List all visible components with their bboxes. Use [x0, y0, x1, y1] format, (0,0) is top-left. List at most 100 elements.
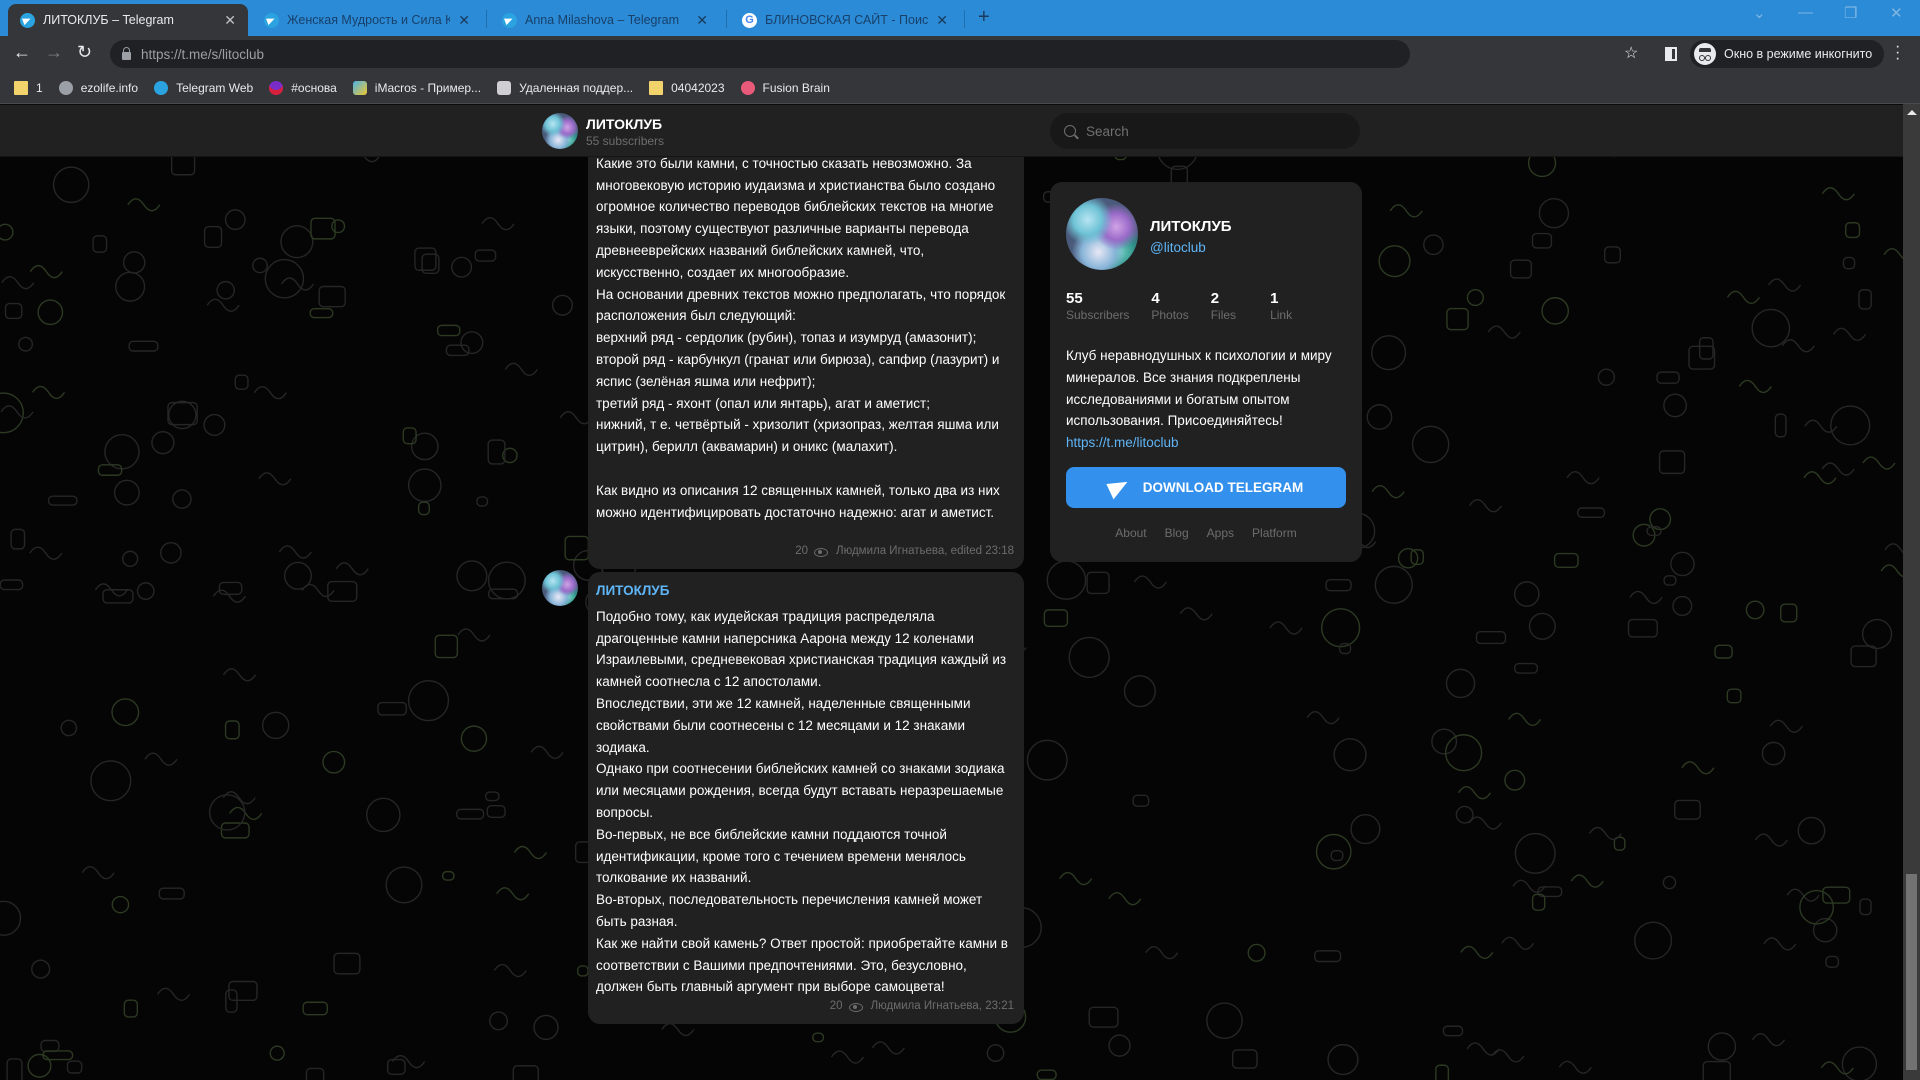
- channel-feed[interactable]: определенном порядке: по три камня в чет…: [0, 105, 1903, 1080]
- doodle-shape: [1597, 368, 1616, 386]
- bookmark-remote-support[interactable]: Удаленная поддер...: [497, 80, 634, 95]
- search-box[interactable]: [1050, 113, 1360, 149]
- stat-links[interactable]: 1 Link: [1270, 290, 1292, 322]
- tab-search-icon[interactable]: ⌄: [1753, 4, 1766, 22]
- doodle-shape: [90, 760, 132, 802]
- doodle-shape: [436, 324, 461, 337]
- doodle-shape: [252, 257, 268, 274]
- stat-label: Photos: [1151, 308, 1189, 322]
- doodle-shape: [115, 271, 146, 302]
- doodle-shape: [1468, 816, 1502, 830]
- channel-title[interactable]: ЛИТОКЛУБ: [586, 116, 662, 132]
- forward-icon[interactable]: →: [45, 42, 63, 63]
- doodle-shape: [31, 385, 66, 400]
- side-panel-icon[interactable]: [1665, 47, 1677, 61]
- tab-zhenskaya-mudrost[interactable]: Женская Мудрость и Сила Кри ✕: [252, 4, 482, 36]
- brain-icon: [740, 80, 755, 95]
- tab-label: Женская Мудрость и Сила Кри: [287, 13, 451, 27]
- footer-link-apps[interactable]: Apps: [1207, 526, 1234, 540]
- doodle-shape: [1884, 543, 1903, 554]
- doodle-shape: [1754, 833, 1788, 847]
- message-time[interactable]: 23:18: [985, 541, 1014, 563]
- close-tab-icon[interactable]: ✕: [936, 12, 948, 29]
- incognito-indicator[interactable]: Окно в режиме инкогнито: [1690, 40, 1885, 68]
- stat-value: 4: [1151, 290, 1160, 307]
- channel-handle[interactable]: @litoclub: [1150, 240, 1206, 255]
- search-input[interactable]: [1086, 123, 1326, 139]
- tab-litoclub[interactable]: ЛИТОКЛУБ – Telegram ✕: [8, 4, 248, 36]
- channel-title: ЛИТОКЛУБ: [1150, 218, 1232, 235]
- url-text[interactable]: https://t.me/s/litoclub: [141, 47, 264, 62]
- channel-info-card: ЛИТОКЛУБ @litoclub 55 Subscribers 4 Photos…: [1050, 182, 1362, 562]
- bookmark-osnova[interactable]: #основа: [269, 80, 337, 95]
- doodle-shape: [1844, 222, 1861, 239]
- bookmark-star-icon[interactable]: ☆: [1624, 43, 1638, 63]
- tab-blinovskaya-search[interactable]: G БЛИНОВСКАЯ САЙТ - Поиск в ✕: [730, 4, 960, 36]
- doodle-shape: [208, 794, 246, 831]
- doodle-shape: [434, 634, 459, 659]
- channel-avatar[interactable]: [1066, 198, 1138, 270]
- doodle-shape: [327, 580, 358, 603]
- footer-link-blog[interactable]: Blog: [1165, 526, 1189, 540]
- scrollbar-thumb[interactable]: [1906, 874, 1917, 1070]
- download-telegram-button[interactable]: DOWNLOAD TELEGRAM: [1066, 467, 1346, 508]
- channel-link[interactable]: https://t.me/litoclub: [1066, 432, 1352, 454]
- doodle-shape: [1841, 1046, 1878, 1080]
- close-tab-icon[interactable]: ✕: [458, 12, 470, 29]
- address-bar[interactable]: https://t.me/s/litoclub: [110, 40, 1410, 68]
- doodle-shape: [172, 489, 192, 509]
- channel-avatar[interactable]: [542, 570, 578, 606]
- doodle-shape: [258, 472, 292, 486]
- doodle-shape: [1883, 247, 1903, 260]
- close-tab-icon[interactable]: ✕: [224, 12, 236, 29]
- doodle-shape: [136, 582, 155, 600]
- doodle-shape: [476, 496, 489, 507]
- doodle-shape: [1570, 874, 1604, 888]
- doodle-shape: [222, 791, 256, 805]
- doodle-shape: [1603, 246, 1621, 264]
- doodle-shape: [530, 745, 564, 760]
- bookmark-folder-1[interactable]: 1: [14, 80, 43, 95]
- bookmark-fusion-brain[interactable]: Fusion Brain: [740, 80, 830, 95]
- back-icon[interactable]: ←: [13, 42, 31, 63]
- bookmarks-bar: 1 ezolife.info Telegram Web #основа iMac…: [0, 72, 1920, 104]
- doodle-shape: [1880, 564, 1903, 578]
- message-signature: Людмила Игнатьева, edited: [836, 545, 983, 558]
- doodle-shape: [551, 294, 573, 316]
- doodle-shape: [1043, 609, 1069, 628]
- doodle-shape: [29, 264, 63, 279]
- doodle-shape: [47, 495, 78, 506]
- footer-link-about[interactable]: About: [1115, 526, 1146, 540]
- stat-subscribers[interactable]: 55 Subscribers: [1066, 290, 1129, 322]
- reload-icon[interactable]: ↻: [77, 42, 92, 63]
- new-tab-button[interactable]: +: [978, 6, 990, 29]
- doodle-shape: [203, 225, 223, 249]
- doodle-shape: [402, 427, 417, 445]
- stat-photos[interactable]: 4 Photos: [1151, 290, 1188, 322]
- browser-menu-icon[interactable]: · · ·: [1895, 39, 1900, 67]
- doodle-shape: [386, 1058, 406, 1075]
- bookmark-imacros[interactable]: iMacros - Пример...: [352, 80, 481, 95]
- doodle-shape: [156, 987, 191, 1002]
- tab-anna-milashova[interactable]: Anna Milashova – Telegram ✕: [490, 4, 720, 36]
- close-tab-icon[interactable]: ✕: [696, 12, 708, 29]
- tab-label: ЛИТОКЛУБ – Telegram: [43, 13, 174, 27]
- scroll-up-arrow-icon[interactable]: [1907, 110, 1917, 115]
- minimize-icon[interactable]: —: [1798, 4, 1813, 21]
- restore-icon[interactable]: ❐: [1844, 4, 1857, 22]
- message-author[interactable]: ЛИТОКЛУБ: [596, 580, 1013, 602]
- bookmark-folder-04042023[interactable]: 04042023: [649, 80, 725, 95]
- stat-files[interactable]: 2 Files: [1211, 290, 1236, 322]
- bookmark-ezolife[interactable]: ezolife.info: [58, 80, 138, 95]
- close-window-icon[interactable]: ✕: [1890, 4, 1903, 22]
- message-time[interactable]: 23:21: [985, 996, 1014, 1018]
- doodle-shape: [1501, 936, 1535, 950]
- tab-separator: [726, 10, 727, 28]
- footer-link-platform[interactable]: Platform: [1252, 526, 1297, 540]
- page-scrollbar[interactable]: [1903, 104, 1920, 1080]
- channel-avatar[interactable]: [542, 113, 578, 149]
- bookmark-label: Удаленная поддер...: [519, 80, 634, 95]
- doodle-shape: [1830, 405, 1871, 446]
- doodle-shape: [986, 1044, 1005, 1062]
- bookmark-telegram-web[interactable]: Telegram Web: [154, 80, 253, 95]
